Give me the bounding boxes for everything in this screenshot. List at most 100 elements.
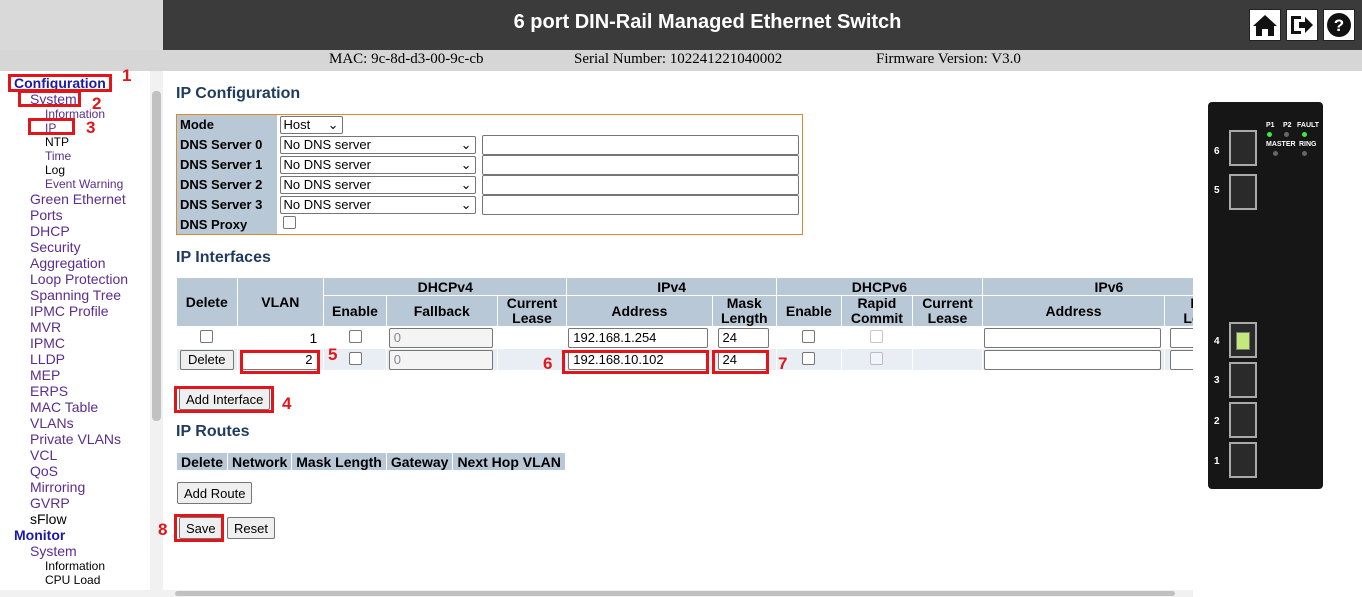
- route-col-gateway: Gateway: [385, 452, 454, 471]
- master-led-icon: [1273, 151, 1278, 156]
- col-v6-mask: MaLeng: [1164, 295, 1193, 327]
- dns1-select[interactable]: No DNS server ⌄: [279, 155, 476, 174]
- p1-led-icon: [1267, 132, 1272, 137]
- nav-item[interactable]: VLANs: [30, 415, 74, 431]
- port-number: 4: [1214, 336, 1220, 347]
- ip-config-table: Mode Host ⌄ DNS Server 0 No DNS server ⌄ D…: [176, 114, 803, 235]
- led-label: RING: [1299, 141, 1317, 148]
- port-active-led-icon: [1236, 332, 1250, 350]
- delete-checkbox[interactable]: [200, 329, 214, 343]
- nav-item[interactable]: DHCP: [30, 223, 70, 239]
- mask-length-input[interactable]: 24: [717, 327, 769, 348]
- col-fallback: Fallback: [385, 295, 498, 327]
- ipv6-mask-input[interactable]: [1170, 327, 1193, 348]
- annotation-label: 7: [778, 354, 788, 373]
- nav-monitor-system[interactable]: System: [30, 543, 77, 559]
- dns1-input[interactable]: [481, 154, 799, 175]
- nav-item[interactable]: Aggregation: [30, 255, 106, 271]
- nav-horizontal-scrollbar[interactable]: [0, 590, 163, 597]
- scroll-thumb[interactable]: [175, 591, 1175, 596]
- ipv6-address-input[interactable]: [983, 349, 1161, 370]
- led-label: FAULT: [1297, 122, 1320, 129]
- nav-item[interactable]: Spanning Tree: [30, 287, 121, 303]
- dhcpv6-enable-checkbox[interactable]: [802, 351, 816, 365]
- dns3-input[interactable]: [481, 194, 799, 215]
- dhcpv6-enable-checkbox[interactable]: [802, 329, 816, 343]
- port-number: 5: [1214, 185, 1220, 196]
- route-col-next-hop-vlan: Next Hop VLAN: [452, 452, 566, 471]
- nav-sflow[interactable]: sFlow: [30, 511, 67, 527]
- add-route-button[interactable]: Add Route: [177, 482, 253, 504]
- dns0-value: No DNS server: [283, 137, 371, 152]
- ip-routes-title: IP Routes: [176, 423, 250, 440]
- nav-item[interactable]: Loop Protection: [30, 271, 128, 287]
- nav-item[interactable]: MAC Table: [30, 399, 98, 415]
- len-text: Leng: [1183, 310, 1193, 326]
- nav-monitor[interactable]: Monitor: [14, 527, 65, 543]
- main-horizontal-scrollbar[interactable]: [163, 590, 1193, 597]
- col-v4-current-lease: Current Lease: [496, 295, 568, 327]
- nav-item[interactable]: Ports: [30, 207, 63, 223]
- annotation-label: 6: [543, 354, 553, 373]
- switch-device-image: P1 P2 FAULT MASTER RING 6 5 4 3 2 1: [1208, 102, 1323, 489]
- rapid-commit-checkbox[interactable]: [870, 329, 884, 343]
- ma-text: Ma: [1190, 295, 1193, 311]
- route-col-delete: Delete: [175, 452, 229, 471]
- nav-item[interactable]: ERPS: [30, 383, 68, 399]
- dhcpv4-enable-checkbox[interactable]: [348, 351, 362, 365]
- delete-button[interactable]: Delete: [179, 349, 234, 370]
- logout-icon[interactable]: [1286, 9, 1318, 41]
- dns0-input[interactable]: [481, 134, 799, 155]
- fallback-input[interactable]: 0: [388, 327, 493, 348]
- nav-item[interactable]: Green Ethernet: [30, 191, 126, 207]
- nav-item[interactable]: Security: [30, 239, 81, 255]
- nav-cpu-load[interactable]: CPU Load: [45, 573, 100, 587]
- nav-item[interactable]: IPMC Profile: [30, 303, 109, 319]
- nav-log[interactable]: Log: [45, 163, 65, 177]
- col-rapid-commit: Rapid Commit: [840, 295, 914, 327]
- header-left-panel: [0, 0, 163, 50]
- sfp-port-icon: [1229, 174, 1257, 210]
- dns0-select[interactable]: No DNS server ⌄: [279, 135, 476, 154]
- highlight-box: [174, 514, 224, 542]
- ipv4-address-input[interactable]: 192.168.1.254: [568, 327, 709, 348]
- svg-text:?: ?: [1334, 16, 1344, 35]
- header-bar: 6 port DIN-Rail Managed Ethernet Switch …: [0, 0, 1362, 50]
- col-v6-enable: Enable: [776, 295, 842, 327]
- dns3-select[interactable]: No DNS server ⌄: [279, 195, 476, 214]
- nav-scrollbar[interactable]: [150, 71, 163, 597]
- scroll-thumb[interactable]: [152, 91, 161, 421]
- nav-time[interactable]: Time: [45, 149, 71, 163]
- help-icon[interactable]: ?: [1323, 9, 1355, 41]
- ip-routes-table: Delete Network Mask Length Gateway Next …: [175, 452, 566, 471]
- dns3-label: DNS Server 3: [176, 194, 277, 215]
- nav-item[interactable]: IPMC: [30, 335, 65, 351]
- dns2-input[interactable]: [481, 174, 799, 195]
- nav-item[interactable]: Mirroring: [30, 479, 85, 495]
- ipv6-mask-input[interactable]: [1170, 349, 1193, 370]
- dns2-select[interactable]: No DNS server ⌄: [279, 175, 476, 194]
- nav-item[interactable]: QoS: [30, 463, 58, 479]
- dhcpv4-enable-checkbox[interactable]: [348, 329, 362, 343]
- mode-select[interactable]: Host ⌄: [279, 115, 343, 134]
- nav-monitor-information[interactable]: Information: [45, 559, 105, 573]
- rapid-text: Rapid: [857, 295, 897, 311]
- dns-proxy-checkbox[interactable]: [282, 216, 296, 230]
- rapid-commit-checkbox[interactable]: [870, 351, 884, 365]
- nav-item[interactable]: MVR: [30, 319, 61, 335]
- nav-item[interactable]: Private VLANs: [30, 431, 121, 447]
- nav-item[interactable]: VCL: [30, 447, 57, 463]
- nav-item[interactable]: LLDP: [30, 351, 65, 367]
- mode-value: Host: [283, 117, 311, 133]
- commit-text: Commit: [850, 310, 903, 326]
- home-icon[interactable]: [1249, 9, 1281, 41]
- nav-item[interactable]: MEP: [30, 367, 60, 383]
- nav-ntp[interactable]: NTP: [45, 135, 69, 149]
- reset-button[interactable]: Reset: [227, 517, 275, 539]
- nav-item[interactable]: GVRP: [30, 495, 70, 511]
- nav-event-warning[interactable]: Event Warning: [45, 177, 123, 191]
- fallback-input[interactable]: 0: [388, 349, 493, 370]
- annotation-label: 5: [328, 345, 338, 364]
- ipv6-address-input[interactable]: [983, 327, 1161, 348]
- annotation-label: 4: [282, 394, 292, 413]
